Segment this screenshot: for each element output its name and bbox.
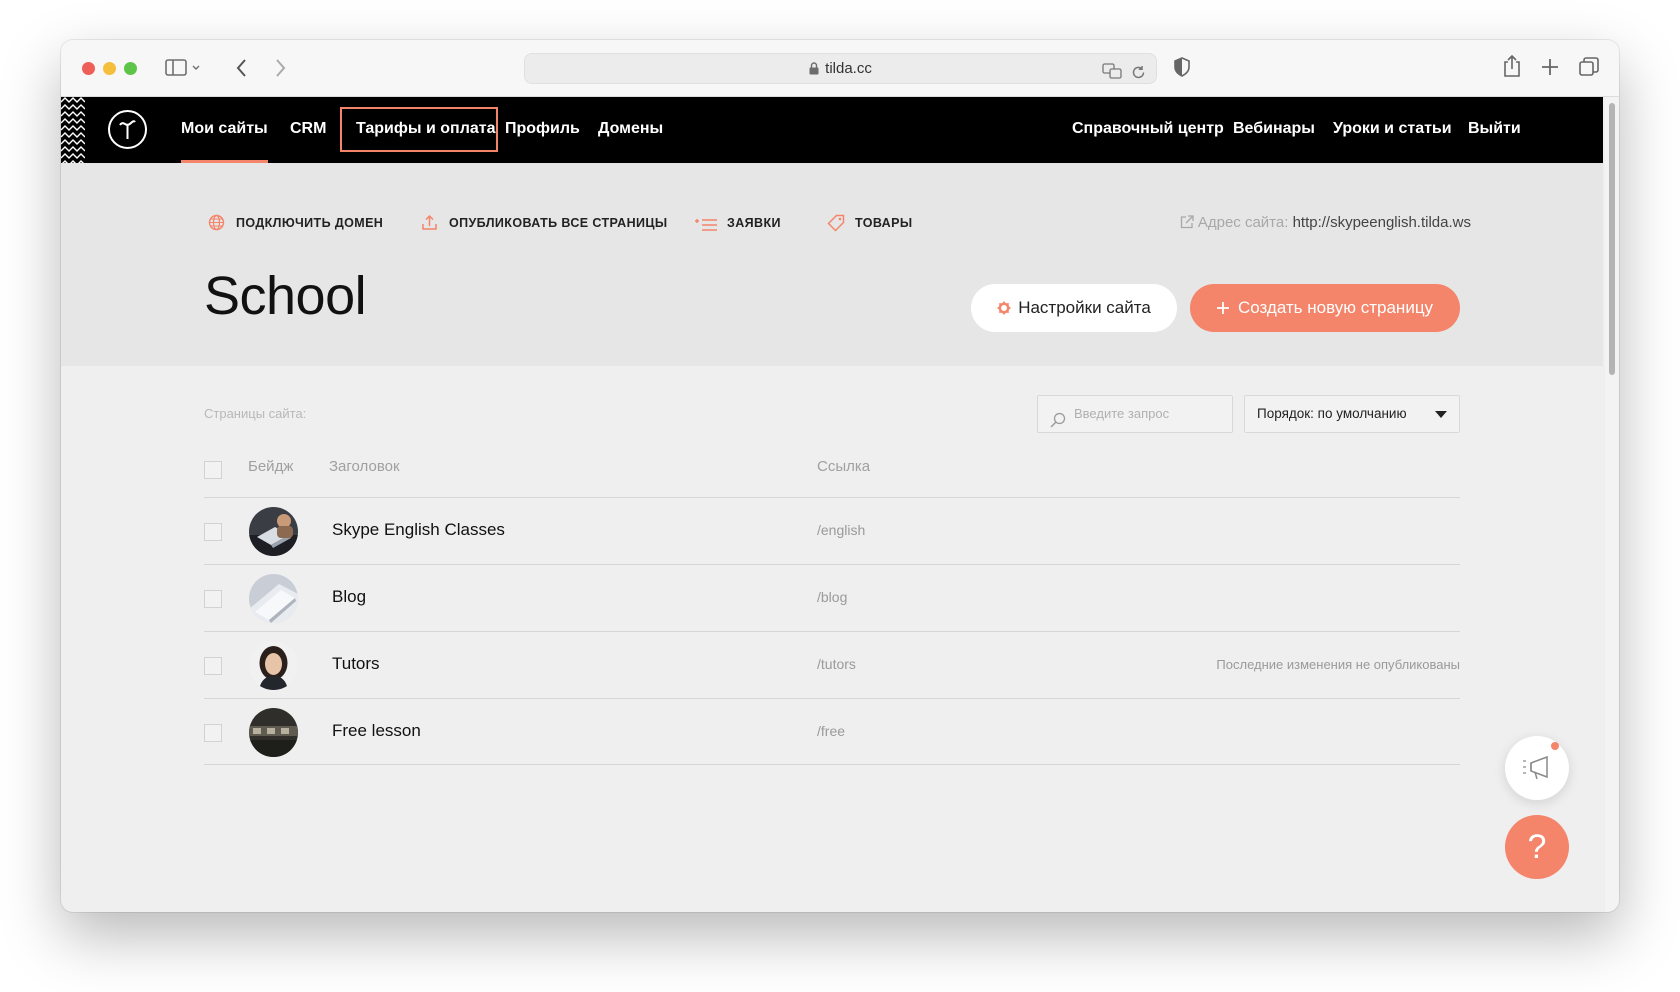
connect-domain-label: ПОДКЛЮЧИТЬ ДОМЕН xyxy=(236,216,384,230)
page-badge-image xyxy=(249,507,298,556)
nav-webinars[interactable]: Вебинары xyxy=(1233,97,1315,163)
table-row[interactable]: Free lesson /free xyxy=(204,698,1460,765)
gear-icon xyxy=(997,286,1011,334)
privacy-shield-icon[interactable] xyxy=(1173,56,1191,83)
page-link-cell[interactable]: /tutors xyxy=(817,656,856,672)
plus-icon xyxy=(1216,285,1229,333)
site-address-link[interactable]: http://skypeenglish.tilda.ws xyxy=(1293,214,1471,231)
zoom-window-button[interactable] xyxy=(124,62,137,75)
tag-icon xyxy=(827,214,845,240)
site-address: Адрес сайта: http://skypeenglish.tilda.w… xyxy=(1180,211,1471,235)
nav-my-sites[interactable]: Мои сайты xyxy=(181,97,268,163)
browser-window: tilda.cc Мои сайты CRM Тарифы и оплата П… xyxy=(61,40,1619,912)
row-checkbox[interactable] xyxy=(204,724,222,742)
publish-all-action[interactable]: ОПУБЛИКОВАТЬ ВСЕ СТРАНИЦЫ xyxy=(421,211,668,235)
page-status-note: Последние изменения не опубликованы xyxy=(1216,657,1460,672)
news-button[interactable] xyxy=(1505,736,1569,800)
scrollbar[interactable] xyxy=(1605,97,1619,912)
site-settings-label: Настройки сайта xyxy=(1018,298,1151,317)
external-link-icon xyxy=(1180,213,1194,237)
top-navigation: Мои сайты CRM Тарифы и оплата Профиль До… xyxy=(61,97,1603,163)
list-icon xyxy=(695,216,717,240)
megaphone-icon xyxy=(1521,755,1553,786)
sort-select[interactable]: Порядок: по умолчанию xyxy=(1244,395,1460,433)
create-page-label: Создать новую страницу xyxy=(1237,298,1434,317)
page-title-cell[interactable]: Blog xyxy=(332,587,366,607)
translate-icon[interactable] xyxy=(1102,60,1122,89)
reload-icon[interactable] xyxy=(1131,61,1146,90)
leads-action[interactable]: ЗАЯВКИ xyxy=(695,211,781,235)
products-action[interactable]: ТОВАРЫ xyxy=(827,211,912,235)
table-row[interactable]: Blog /blog xyxy=(204,564,1460,631)
nav-profile[interactable]: Профиль xyxy=(505,97,580,163)
address-bar[interactable]: tilda.cc xyxy=(524,53,1157,84)
search-icon xyxy=(1050,406,1066,442)
site-address-label: Адрес сайта: xyxy=(1197,214,1289,231)
column-header-badge: Бейдж xyxy=(248,458,294,475)
site-title: School xyxy=(204,266,367,326)
new-tab-icon[interactable] xyxy=(1541,58,1559,81)
search-input[interactable]: Введите запрос xyxy=(1037,395,1233,433)
tilda-logo[interactable] xyxy=(108,110,147,149)
chevron-down-icon xyxy=(1435,411,1447,418)
page-title-cell[interactable]: Tutors xyxy=(332,654,380,674)
create-page-button[interactable]: Создать новую страницу xyxy=(1190,284,1460,332)
page-title-cell[interactable]: Free lesson xyxy=(332,721,421,741)
lock-icon xyxy=(809,56,819,85)
page-title-cell[interactable]: Skype English Classes xyxy=(332,520,505,540)
forward-icon[interactable] xyxy=(273,57,287,84)
table-row[interactable]: Skype English Classes /english xyxy=(204,497,1460,564)
notification-dot xyxy=(1551,742,1559,750)
globe-icon xyxy=(208,214,225,239)
close-window-button[interactable] xyxy=(82,62,95,75)
minimize-window-button[interactable] xyxy=(103,62,116,75)
back-icon[interactable] xyxy=(235,57,249,84)
search-placeholder: Введите запрос xyxy=(1074,406,1170,421)
nav-lessons[interactable]: Уроки и статьи xyxy=(1333,97,1452,163)
help-button[interactable]: ? xyxy=(1505,815,1569,879)
column-header-title: Заголовок xyxy=(329,458,400,475)
publish-all-label: ОПУБЛИКОВАТЬ ВСЕ СТРАНИЦЫ xyxy=(449,216,668,230)
sidebar-toggle-icon[interactable] xyxy=(165,58,201,83)
nav-crm[interactable]: CRM xyxy=(290,97,326,163)
page-link-cell[interactable]: /english xyxy=(817,522,865,538)
row-checkbox[interactable] xyxy=(204,523,222,541)
row-checkbox[interactable] xyxy=(204,657,222,675)
page-badge-image xyxy=(249,708,298,757)
connect-domain-action[interactable]: ПОДКЛЮЧИТЬ ДОМЕН xyxy=(208,211,383,235)
tab-overview-icon[interactable] xyxy=(1579,57,1599,82)
nav-logout[interactable]: Выйти xyxy=(1468,97,1521,163)
upload-icon xyxy=(421,214,438,239)
row-checkbox[interactable] xyxy=(204,590,222,608)
select-all-checkbox[interactable] xyxy=(204,461,222,479)
pages-section-label: Страницы сайта: xyxy=(204,406,307,421)
nav-domains[interactable]: Домены xyxy=(598,97,663,163)
site-header: ПОДКЛЮЧИТЬ ДОМЕН ОПУБЛИКОВАТЬ ВСЕ СТРАНИ… xyxy=(61,163,1603,366)
address-text: tilda.cc xyxy=(825,60,872,77)
table-row[interactable]: Tutors /tutors Последние изменения не оп… xyxy=(204,631,1460,698)
zigzag-decoration xyxy=(61,97,85,163)
share-icon[interactable] xyxy=(1502,54,1522,83)
site-settings-button[interactable]: Настройки сайта xyxy=(971,284,1177,332)
column-header-link: Ссылка xyxy=(817,458,871,475)
scrollbar-thumb[interactable] xyxy=(1609,103,1615,375)
sort-select-value: Порядок: по умолчанию xyxy=(1257,406,1407,421)
browser-toolbar: tilda.cc xyxy=(61,40,1619,97)
page-link-cell[interactable]: /blog xyxy=(817,589,847,605)
page-badge-image xyxy=(249,574,298,623)
nav-pricing[interactable]: Тарифы и оплата xyxy=(356,97,496,163)
page-badge-image xyxy=(249,641,298,690)
nav-help-center[interactable]: Справочный центр xyxy=(1072,97,1224,163)
page-link-cell[interactable]: /free xyxy=(817,723,845,739)
